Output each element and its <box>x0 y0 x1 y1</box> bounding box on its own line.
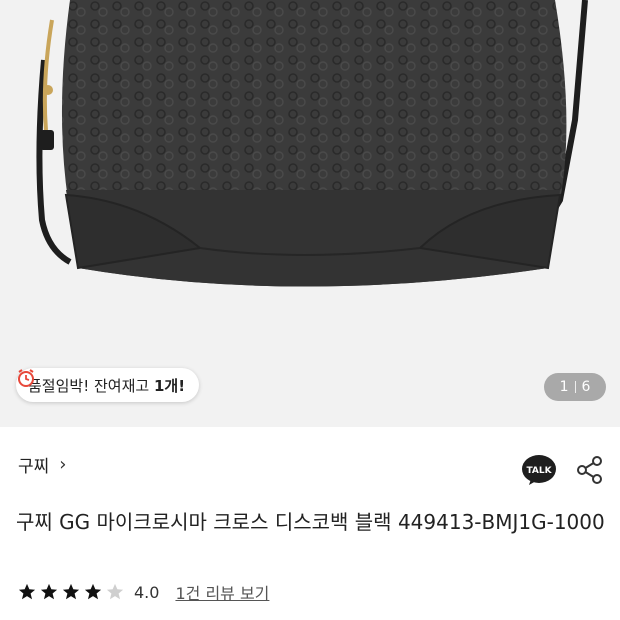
reviews-link[interactable]: 1건 리뷰 보기 <box>175 580 269 604</box>
stock-count: 1개! <box>153 376 186 395</box>
star-icon-filled <box>40 583 58 600</box>
alarm-clock-icon <box>18 369 34 387</box>
product-image[interactable]: 품절임박! 잔여재고 1개! 1 6 <box>0 0 620 427</box>
image-counter-total: 6 <box>581 379 591 395</box>
kakao-talk-icon[interactable]: TALK <box>521 454 557 486</box>
share-icon[interactable] <box>576 455 604 485</box>
bag-photo <box>36 0 588 287</box>
rating-row: 4.0 1건 리뷰 보기 <box>18 580 269 604</box>
rating-score: 4.0 <box>134 582 160 602</box>
star-icon-filled <box>84 583 102 600</box>
chevron-right-icon: › <box>59 454 67 475</box>
image-counter-current: 1 <box>559 379 569 395</box>
talk-icon-label: TALK <box>526 466 552 476</box>
star-icon-empty <box>106 583 124 600</box>
stock-alert-text: 품절임박! 잔여재고 1개! <box>28 376 186 395</box>
brand-link[interactable]: 구찌 › <box>18 452 66 477</box>
stock-alert-badge: 품절임박! 잔여재고 1개! <box>16 368 200 402</box>
image-counter: 1 6 <box>544 373 606 401</box>
image-counter-divider <box>574 381 576 393</box>
product-title: 구찌 GG 마이크로시마 크로스 디스코백 블랙 449413-BMJ1G-10… <box>16 510 605 534</box>
star-icon-filled <box>18 583 36 600</box>
star-icon-filled <box>62 583 80 600</box>
brand-name: 구찌 <box>18 457 50 477</box>
